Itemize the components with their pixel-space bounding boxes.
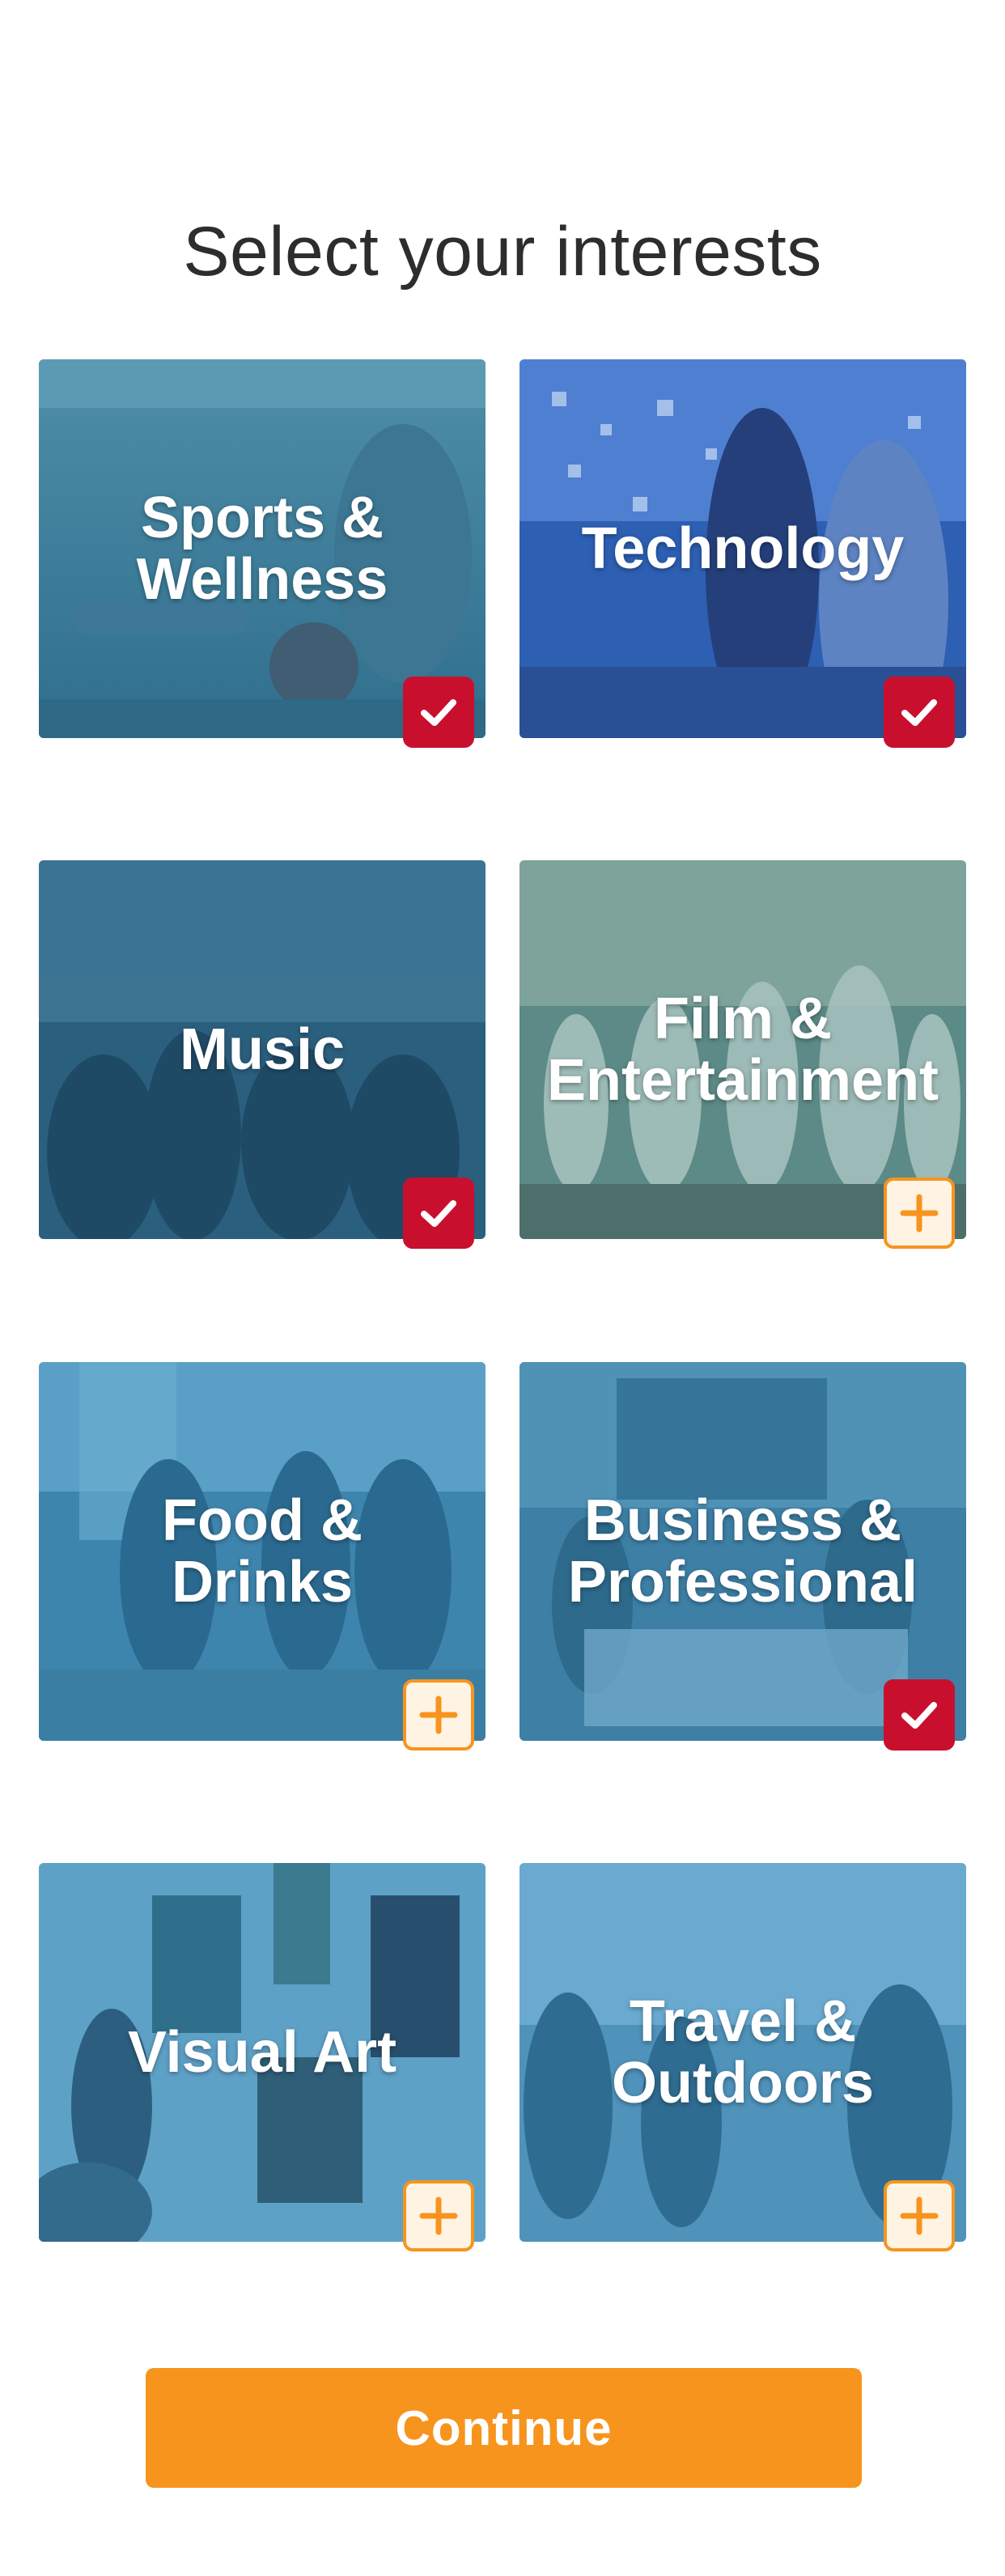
plus-icon <box>419 2196 458 2235</box>
check-icon <box>421 1200 456 1227</box>
check-icon <box>421 699 456 726</box>
check-icon <box>901 1702 937 1729</box>
add-badge[interactable] <box>884 1178 955 1249</box>
interest-card-food-drinks[interactable]: Food & Drinks <box>39 1362 486 1751</box>
interest-card-sports-wellness[interactable]: Sports & Wellness <box>39 359 486 748</box>
continue-button[interactable]: Continue <box>146 2368 862 2488</box>
add-badge[interactable] <box>403 1679 474 1751</box>
selected-badge[interactable] <box>403 677 474 748</box>
check-icon <box>901 699 937 726</box>
interest-card-business-professional[interactable]: Business & Professional <box>519 1362 966 1751</box>
interest-card-music[interactable]: Music <box>39 860 486 1249</box>
interest-card-travel-outdoors[interactable]: Travel & Outdoors <box>519 1863 966 2251</box>
selected-badge[interactable] <box>403 1178 474 1249</box>
interest-card-technology[interactable]: Technology <box>519 359 966 748</box>
selected-badge[interactable] <box>884 1679 955 1751</box>
interest-card-visual-art[interactable]: Visual Art <box>39 1863 486 2251</box>
interest-card-film-entertainment[interactable]: Film & Entertainment <box>519 860 966 1249</box>
page-title: Select your interests <box>183 212 822 291</box>
add-badge[interactable] <box>884 2180 955 2251</box>
plus-icon <box>419 1695 458 1734</box>
plus-icon <box>900 2196 939 2235</box>
add-badge[interactable] <box>403 2180 474 2251</box>
selected-badge[interactable] <box>884 677 955 748</box>
plus-icon <box>900 1194 939 1233</box>
